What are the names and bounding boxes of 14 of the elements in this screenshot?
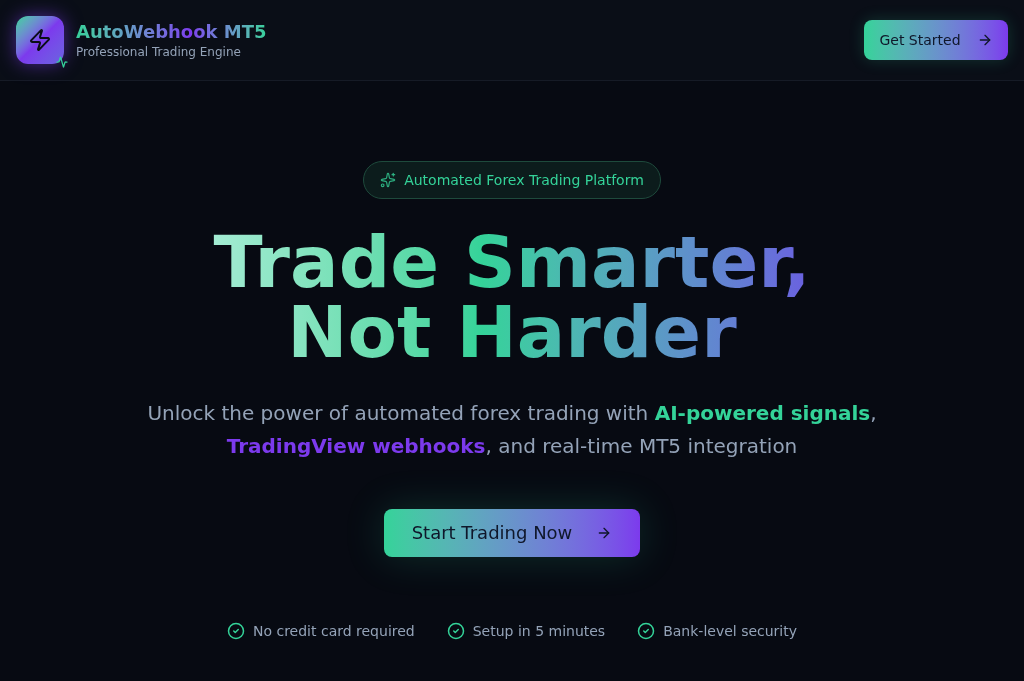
- feature-label: Setup in 5 minutes: [472, 622, 606, 641]
- get-started-button[interactable]: Get Started: [864, 20, 1008, 60]
- hero-description: Unlock the power of automated forex trading with AI-powered signals, TradingView webhooks, and real-time MT5 integration: [146, 400, 878, 460]
- feature-label: No credit card required: [252, 622, 415, 641]
- brand-subtitle: Professional Trading Engine: [76, 44, 242, 60]
- start-trading-button[interactable]: Start Trading Now: [384, 509, 640, 557]
- logo-tile-icon: [16, 16, 64, 64]
- check-circle-icon: [446, 622, 465, 640]
- badge-label: Automated Forex Trading Platform: [404, 171, 644, 190]
- pulse-icon: [56, 56, 68, 68]
- feature-label: Bank-level security: [663, 622, 798, 641]
- sparkles-icon: [380, 172, 397, 188]
- check-circle-icon: [226, 622, 245, 640]
- check-circle-icon: [637, 622, 656, 640]
